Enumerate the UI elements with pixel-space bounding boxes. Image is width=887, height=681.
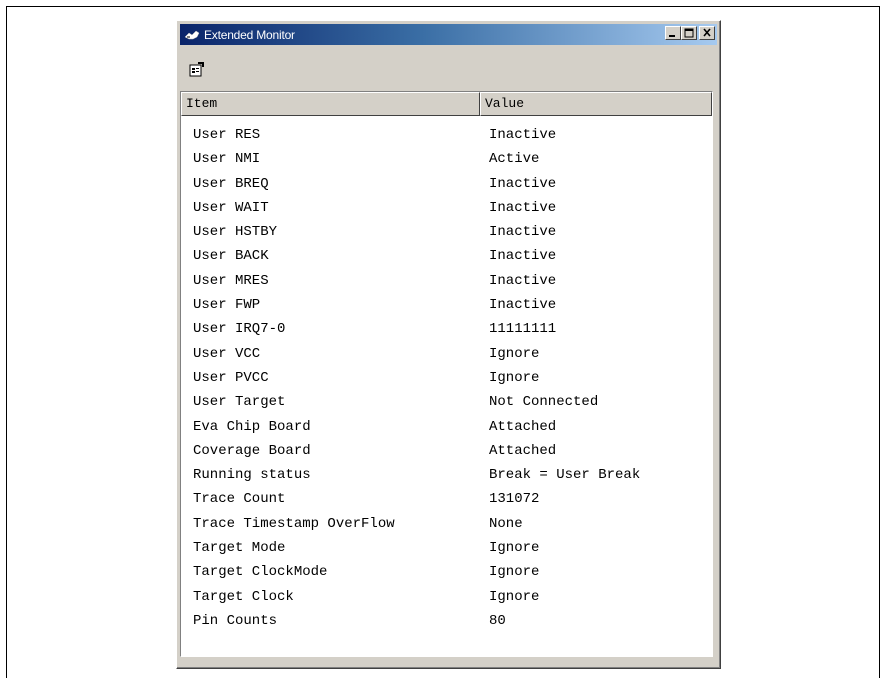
row-value: 131072	[489, 491, 540, 508]
row-item-label: Coverage Board	[193, 442, 311, 459]
close-icon	[703, 28, 711, 37]
row-item-label: Target Clock	[193, 588, 294, 605]
title-bar[interactable]: Extended Monitor	[180, 24, 717, 45]
list-row[interactable]: User BREQ Inactive	[181, 172, 712, 196]
row-value: Active	[489, 151, 540, 168]
row-item-label: Running status	[193, 467, 311, 484]
row-value: None	[489, 515, 523, 532]
maximize-icon	[684, 28, 694, 38]
row-item-label: User Target	[193, 394, 286, 411]
row-item-label: Target ClockMode	[193, 564, 328, 581]
toolbar	[180, 47, 717, 77]
properties-button[interactable]	[189, 61, 205, 77]
row-item-label: User IRQ7-0	[193, 321, 286, 338]
row-value: Inactive	[489, 127, 557, 143]
list-header: Item Value	[181, 92, 712, 116]
window-controls	[665, 26, 715, 40]
row-value: Attached	[489, 442, 557, 459]
list-row[interactable]: Trace Count 131072	[181, 487, 712, 511]
properties-icon	[189, 62, 204, 77]
row-value: Inactive	[489, 224, 557, 241]
list-row[interactable]: User WAIT Inactive	[181, 196, 712, 220]
row-item-label: Eva Chip Board	[193, 418, 311, 435]
row-item-label: User WAIT	[193, 199, 269, 216]
extended-monitor-window: Extended Monitor Item Value User RES Ina…	[176, 20, 721, 669]
list-row[interactable]: User VCC Ignore	[181, 342, 712, 366]
row-item-label: User VCC	[193, 345, 261, 362]
monitor-app-icon[interactable]	[184, 28, 200, 42]
column-header-value[interactable]: Value	[480, 92, 712, 116]
row-item-label: Pin Counts	[193, 612, 278, 629]
list-row[interactable]: User BACK Inactive	[181, 244, 712, 268]
minimize-icon	[669, 35, 675, 37]
list-row[interactable]: Coverage Board Attached	[181, 439, 712, 463]
column-header-item[interactable]: Item	[181, 92, 480, 116]
row-value: Inactive	[489, 199, 557, 216]
row-item-label: User NMI	[193, 151, 261, 168]
row-value: Ignore	[489, 369, 540, 386]
minimize-button[interactable]	[665, 26, 681, 40]
list-row[interactable]: Target ClockMode Ignore	[181, 560, 712, 584]
row-item-label: Trace Count	[193, 491, 286, 508]
row-value: Ignore	[489, 588, 540, 605]
row-item-label: User BACK	[193, 248, 269, 265]
row-value: Ignore	[489, 540, 540, 557]
row-item-label: User RES	[193, 127, 261, 143]
list-row[interactable]: Target Mode Ignore	[181, 536, 712, 560]
list-row[interactable]: Running status Break = User Break	[181, 463, 712, 487]
list-row[interactable]: User FWP Inactive	[181, 293, 712, 317]
list-row[interactable]: Target Clock Ignore	[181, 585, 712, 609]
list-row[interactable]: User HSTBY Inactive	[181, 220, 712, 244]
list-row[interactable]: User NMI Active	[181, 147, 712, 171]
row-value: Ignore	[489, 564, 540, 581]
row-value: Ignore	[489, 345, 540, 362]
row-value: Inactive	[489, 248, 557, 265]
list-row[interactable]: User IRQ7-0 11111111	[181, 317, 712, 341]
row-item-label: Target Mode	[193, 540, 286, 557]
monitor-list-view[interactable]: Item Value User RES Inactive User NMI Activ…	[180, 91, 713, 657]
row-value: Inactive	[489, 297, 557, 314]
row-item-label: User FWP	[193, 297, 261, 314]
close-button[interactable]	[699, 26, 715, 40]
list-rows: User RES Inactive User NMI Active User BREQ I…	[181, 123, 712, 633]
row-value: Break = User Break	[489, 467, 641, 484]
row-item-label: User BREQ	[193, 175, 269, 192]
list-row[interactable]: Pin Counts 80	[181, 609, 712, 633]
window-title: Extended Monitor	[204, 27, 295, 42]
list-row[interactable]: User Target Not Connected	[181, 390, 712, 414]
list-row[interactable]: User RES Inactive	[181, 123, 712, 147]
row-value: Inactive	[489, 175, 557, 192]
row-value: Inactive	[489, 272, 557, 289]
list-row[interactable]: Trace Timestamp OverFlow None	[181, 512, 712, 536]
row-value: Attached	[489, 418, 557, 435]
maximize-button[interactable]	[681, 26, 697, 40]
row-item-label: Trace Timestamp OverFlow	[193, 515, 395, 532]
row-value: Not Connected	[489, 394, 599, 411]
list-row[interactable]: User PVCC Ignore	[181, 366, 712, 390]
row-value: 11111111	[489, 321, 557, 338]
row-value: 80	[489, 612, 506, 629]
list-row[interactable]: User MRES Inactive	[181, 269, 712, 293]
row-item-label: User MRES	[193, 272, 269, 289]
row-item-label: User PVCC	[193, 369, 269, 386]
row-item-label: User HSTBY	[193, 224, 278, 241]
list-row[interactable]: Eva Chip Board Attached	[181, 415, 712, 439]
